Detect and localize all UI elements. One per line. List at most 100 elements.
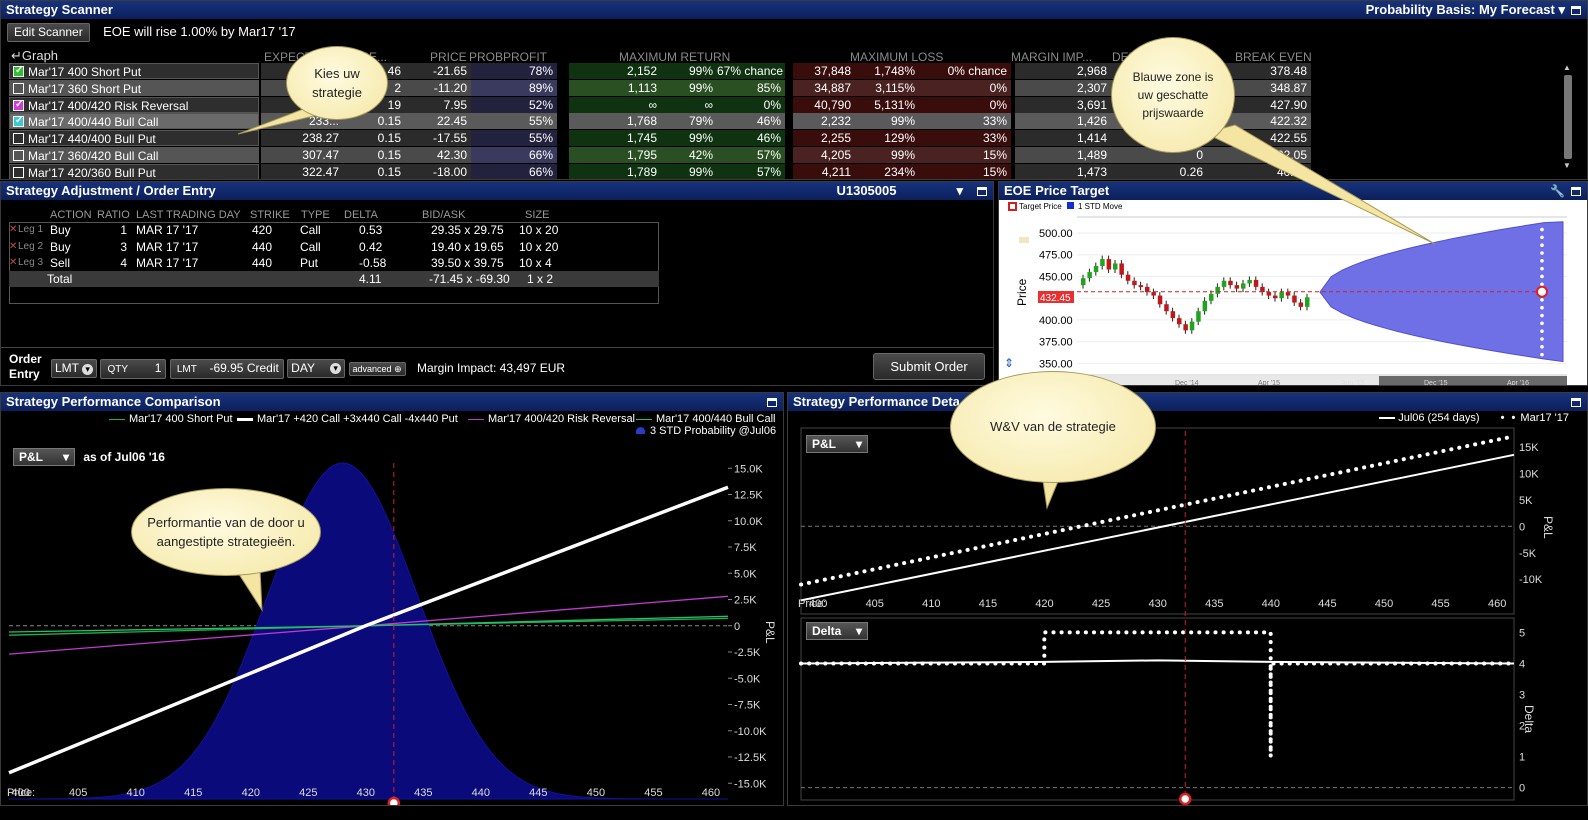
range-dot (1540, 282, 1544, 287)
vertical-resize-icon[interactable]: ⇕ (1004, 356, 1014, 370)
leg-row[interactable]: ✕ Leg 3 Sell 4 MAR 17 '17 440 Put -0.58 39.50 x … (9, 255, 659, 271)
pnl-callout: W&V van de strategie (950, 371, 1156, 483)
pnl-tick-label: -10K (1519, 574, 1543, 586)
header-probprofit[interactable]: PROBPROFIT (469, 50, 547, 64)
strategy-name: Mar'17 420/360 Bull Put (28, 165, 156, 180)
col-strike: STRIKE (250, 209, 290, 221)
scanner-title: Strategy Scanner (6, 2, 113, 17)
candle-body (1119, 263, 1124, 275)
candle-body (1209, 293, 1214, 301)
x-tick-label: 435 (414, 787, 432, 799)
blue-zone-callout: Blauwe zone is uw geschatte prijswaarde (1111, 37, 1235, 153)
strategy-name-cell[interactable]: ✓ Mar'17 400/420 Risk Reversal (9, 96, 259, 113)
scanner-row[interactable]: Mar'17 440/400 Bull Put 238.27 0.15 -17.55 5… (9, 130, 1311, 147)
scroll-up-icon[interactable]: ▲ (1563, 63, 1573, 73)
graph-checkbox[interactable]: ✓ (13, 65, 24, 77)
leg-type[interactable]: Put (300, 255, 318, 271)
leg-action[interactable]: Buy (50, 239, 71, 255)
scanner-cell-lossp: 1,748% (855, 63, 919, 79)
candle-body (1202, 300, 1208, 312)
scanner-cell-lossc: 33% (919, 113, 1011, 130)
x-tick-label: 410 (127, 787, 145, 799)
current-price-marker[interactable] (387, 796, 401, 806)
header-max-return[interactable]: MAXIMUM RETURN (619, 50, 730, 64)
strategy-name-cell[interactable]: ✓ Mar'17 400/440 Bull Call (9, 113, 259, 130)
scanner-cell-retc: 46% (717, 113, 785, 130)
window-maximize-icon[interactable] (1571, 187, 1581, 197)
leg-row[interactable]: ✕ Leg 2 Buy 3 MAR 17 '17 440 Call 0.42 19.40 x 1… (9, 239, 659, 255)
strategy-name: Mar'17 400/440 Bull Call (28, 115, 159, 130)
col-action: ACTION (50, 209, 92, 221)
scanner-cell-retp: 99% (661, 130, 717, 147)
leg-strike[interactable]: 440 (252, 239, 272, 255)
graph-checkbox[interactable] (13, 166, 24, 178)
graph-checkbox[interactable] (13, 150, 24, 161)
header-max-loss[interactable]: MAXIMUM LOSS (850, 50, 943, 64)
remove-leg-icon[interactable]: ✕ (9, 222, 17, 238)
scroll-down-icon[interactable]: ▼ (1563, 161, 1573, 171)
scanner-cell-lossp: 3,115% (855, 79, 919, 96)
strategy-name-cell[interactable]: Mar'17 360/420 Bull Call (9, 147, 259, 163)
leg-ratio[interactable]: 1 (120, 222, 127, 238)
strategy-name-cell[interactable]: Mar'17 360 Short Put (9, 79, 259, 96)
order-type-value: LMT (55, 361, 79, 375)
scanner-row[interactable]: ✓ Mar'17 400/440 Bull Call 233... 0.15 22.45… (9, 113, 1311, 130)
leg-ratio[interactable]: 4 (120, 255, 127, 271)
header-margin-impact[interactable]: MARGIN IMP... (1011, 50, 1092, 64)
leg-ratio[interactable]: 3 (120, 239, 127, 255)
navigator-tick-label: Apr '16 (1507, 380, 1529, 386)
leg-strike[interactable]: 440 (252, 255, 272, 271)
scanner-cell-retp: 79% (661, 113, 717, 130)
legs-total-row: Total 4.11 -71.45 x -69.30 1 x 2 (9, 271, 659, 287)
scrollbar-thumb[interactable] (1564, 75, 1572, 159)
leg-type[interactable]: Call (300, 222, 321, 238)
leg-type[interactable]: Call (300, 239, 321, 255)
window-maximize-icon[interactable] (761, 393, 777, 411)
window-maximize-icon[interactable] (971, 182, 987, 200)
leg-row[interactable]: ✕ Leg 1 Buy 1 MAR 17 '17 420 Call 0.53 29.35 x 2… (9, 222, 659, 238)
wrench-icon[interactable]: 🔧 (1550, 184, 1565, 198)
scanner-cell-margin: 2,307 (1015, 79, 1111, 96)
probability-basis-dropdown[interactable]: Probability Basis: My Forecast ▾ (1366, 1, 1581, 19)
account-selector[interactable]: U1305005 ▾ (836, 182, 963, 200)
y-tick-label: -5.0K (734, 673, 761, 685)
graph-checkbox[interactable]: ✓ (13, 115, 24, 128)
strategy-name-cell[interactable]: Mar'17 440/400 Bull Put (9, 130, 259, 147)
scanner-scrollbar[interactable]: ▲ ▼ (1563, 63, 1573, 175)
leg-strike[interactable]: 420 (252, 222, 272, 238)
remove-leg-icon[interactable]: ✕ (9, 255, 17, 271)
time-in-force-select[interactable]: DAY ▾ (287, 359, 346, 378)
scanner-row[interactable]: Mar'17 360/420 Bull Call 307.47 0.15 42.30 6… (9, 147, 1311, 163)
candle-body (1279, 292, 1284, 299)
header-break-even[interactable]: BREAK EVEN (1235, 50, 1312, 64)
strategy-name-cell[interactable]: Mar'17 420/360 Bull Put (9, 163, 259, 180)
graph-checkbox[interactable] (13, 133, 24, 145)
scanner-cell-prob: 78% (471, 63, 557, 79)
graph-checkbox[interactable]: ✓ (13, 99, 24, 111)
current-price-marker[interactable] (1178, 792, 1192, 805)
edit-scanner-button[interactable]: Edit Scanner (7, 23, 90, 42)
navigator-tick-label: Dec '15 (1424, 380, 1448, 386)
order-type-select[interactable]: LMT ▾ (51, 359, 98, 378)
leg-action[interactable]: Buy (50, 222, 71, 238)
navigator-window[interactable] (1379, 376, 1567, 386)
remove-leg-icon[interactable]: ✕ (9, 239, 17, 255)
leg-day: MAR 17 '17 (136, 256, 199, 270)
graph-checkbox[interactable] (13, 82, 24, 94)
window-maximize-icon[interactable] (1571, 6, 1581, 16)
window-maximize-icon[interactable] (1565, 393, 1581, 411)
y-tick-label: 350.00 (1039, 358, 1073, 370)
quantity-field[interactable]: QTY 1 (100, 359, 167, 379)
scanner-cell-margin: 2,968 (1015, 63, 1111, 79)
header-price[interactable]: PRICE (430, 50, 467, 64)
limit-price-field[interactable]: LMT -69.95 Credit (169, 359, 284, 379)
scanner-row[interactable]: Mar'17 420/360 Bull Put 322.47 0.15 -18.00 6… (9, 163, 1311, 180)
strategy-name-cell[interactable]: ✓ Mar'17 400 Short Put (9, 63, 259, 79)
candle-body (1093, 266, 1099, 273)
target-price-marker[interactable] (1536, 285, 1548, 298)
leg-action[interactable]: Sell (50, 255, 70, 271)
x-tick-label: 445 (1318, 598, 1336, 610)
submit-order-button[interactable]: Submit Order (873, 353, 985, 380)
scanner-cell-be: 402.05 (1207, 147, 1311, 163)
advanced-button[interactable]: advanced ⊕ (348, 362, 406, 376)
